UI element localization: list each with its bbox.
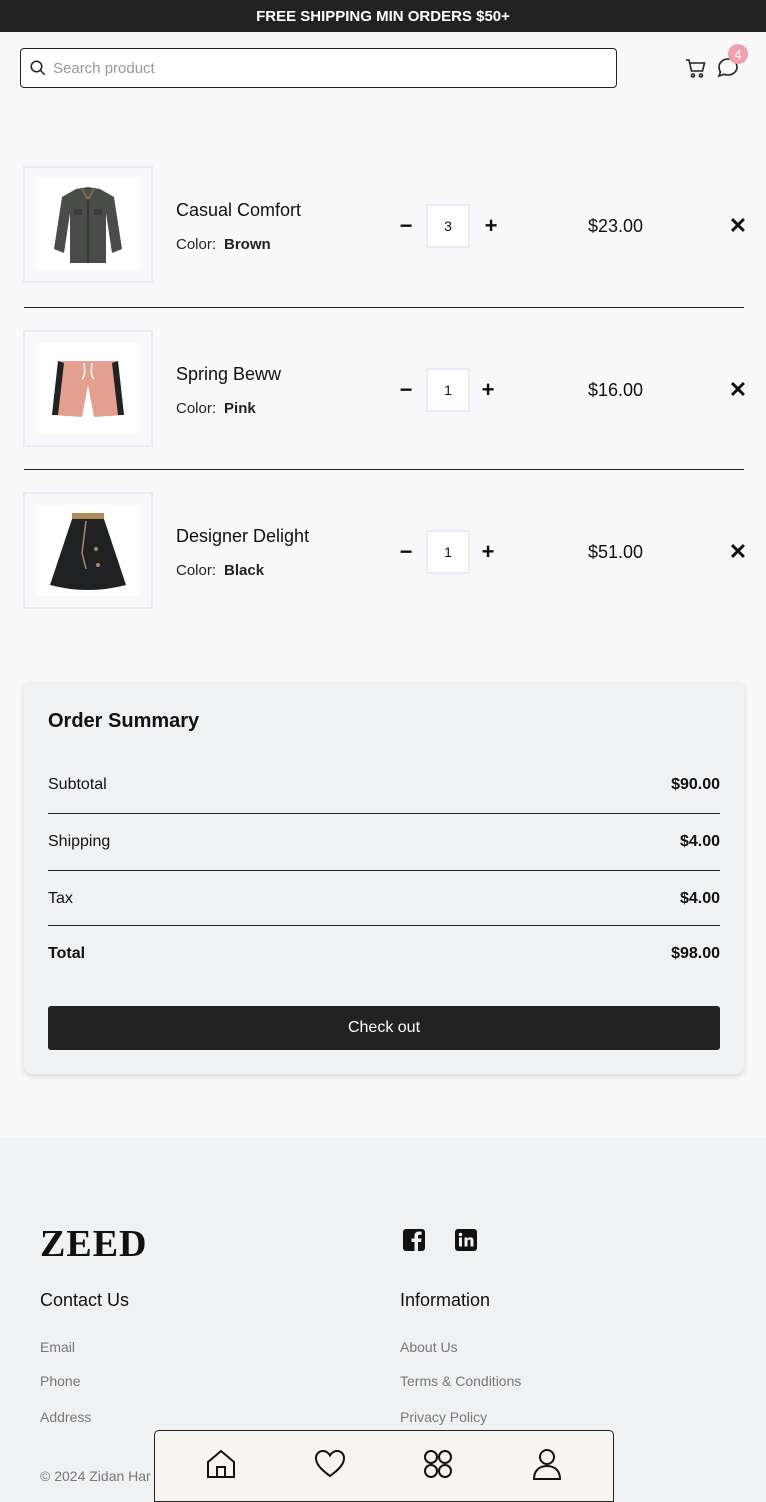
product-name: Casual Comfort: [176, 200, 302, 220]
shorts-image: [52, 360, 124, 417]
tax-row: Tax $4.00: [48, 890, 720, 914]
item-price: $51.00: [588, 542, 644, 562]
contact-address-link[interactable]: Address: [40, 1409, 91, 1425]
search-input[interactable]: [53, 59, 593, 77]
remove-item-icon[interactable]: ✕: [728, 379, 748, 401]
subtotal-value: $90.00: [671, 776, 720, 793]
divider: [24, 469, 744, 470]
decrease-qty-button[interactable]: −: [396, 541, 416, 563]
facebook-icon[interactable]: [402, 1228, 426, 1252]
grid-icon[interactable]: [421, 1447, 455, 1481]
total-label: Total: [48, 945, 86, 962]
brand-logo[interactable]: ZEED: [40, 1222, 147, 1266]
product-color: Color: Black: [176, 562, 264, 579]
copyright-text: © 2024 Zidan Har: [40, 1468, 151, 1484]
user-icon[interactable]: [530, 1447, 564, 1481]
privacy-policy-link[interactable]: Privacy Policy: [400, 1409, 487, 1425]
product-thumbnail[interactable]: [23, 492, 153, 609]
cart-item: Spring Beww Color: Pink − 1 + $16.00 ✕: [0, 330, 766, 450]
contact-phone-link[interactable]: Phone: [40, 1373, 80, 1389]
color-value: Brown: [224, 236, 271, 253]
search-bar[interactable]: [20, 48, 617, 88]
subtotal-label: Subtotal: [48, 776, 107, 793]
shipping-banner-text: FREE SHIPPING MIN ORDERS $50+: [256, 7, 510, 25]
divider: [48, 870, 720, 871]
shipping-value: $4.00: [679, 833, 720, 850]
jacket-image: [54, 186, 122, 263]
divider: [48, 813, 720, 814]
chat-badge: 4: [728, 44, 748, 64]
product-color: Color: Brown: [176, 236, 271, 253]
color-value: Black: [224, 562, 265, 579]
product-color: Color: Pink: [176, 400, 256, 417]
about-us-link[interactable]: About Us: [400, 1339, 458, 1355]
tax-value: $4.00: [679, 890, 720, 907]
color-label: Color:: [176, 236, 217, 253]
shipping-banner: FREE SHIPPING MIN ORDERS $50+: [0, 0, 766, 32]
total-row: Total $98.00: [48, 945, 720, 969]
divider: [48, 925, 720, 926]
subtotal-row: Subtotal $90.00: [48, 776, 720, 800]
tax-label: Tax: [48, 890, 73, 907]
quantity-value[interactable]: 1: [426, 368, 470, 412]
cart-item: Designer Delight Color: Black − 1 + $51.0…: [0, 492, 766, 612]
quantity-value[interactable]: 1: [426, 530, 470, 574]
product-thumbnail[interactable]: [23, 330, 153, 447]
product-name: Spring Beww: [176, 364, 282, 384]
bottom-nav: [154, 1430, 614, 1502]
shipping-label: Shipping: [48, 833, 111, 850]
decrease-qty-button[interactable]: −: [396, 215, 416, 237]
terms-link[interactable]: Terms & Conditions: [400, 1373, 521, 1389]
total-value: $98.00: [671, 945, 720, 962]
remove-item-icon[interactable]: ✕: [728, 541, 748, 563]
divider: [24, 307, 744, 308]
home-icon[interactable]: [204, 1447, 238, 1481]
search-icon: [30, 60, 46, 76]
skirt-image: [50, 512, 126, 590]
product-thumbnail[interactable]: [23, 166, 153, 283]
quantity-value[interactable]: 3: [426, 204, 470, 248]
order-summary: Order Summary Subtotal $90.00 Shipping $…: [24, 682, 744, 1074]
color-label: Color:: [176, 400, 217, 417]
order-summary-title: Order Summary: [48, 710, 200, 732]
color-label: Color:: [176, 562, 217, 579]
item-price: $16.00: [588, 380, 644, 400]
checkout-button[interactable]: Check out: [48, 1006, 720, 1050]
remove-item-icon[interactable]: ✕: [728, 215, 748, 237]
increase-qty-button[interactable]: +: [478, 379, 498, 401]
increase-qty-button[interactable]: +: [478, 541, 498, 563]
cart-icon[interactable]: [684, 56, 708, 80]
contact-email-link[interactable]: Email: [40, 1339, 75, 1355]
product-name: Designer Delight: [176, 526, 310, 546]
linkedin-icon[interactable]: [454, 1228, 478, 1252]
heart-icon[interactable]: [313, 1447, 347, 1481]
color-value: Pink: [224, 400, 256, 417]
decrease-qty-button[interactable]: −: [396, 379, 416, 401]
shipping-row: Shipping $4.00: [48, 833, 720, 857]
contact-heading: Contact Us: [40, 1290, 130, 1310]
increase-qty-button[interactable]: +: [481, 215, 501, 237]
item-price: $23.00: [588, 216, 644, 236]
information-heading: Information: [400, 1290, 491, 1310]
cart-item: Casual Comfort Color: Brown − 3 + $23.00 …: [0, 166, 766, 286]
